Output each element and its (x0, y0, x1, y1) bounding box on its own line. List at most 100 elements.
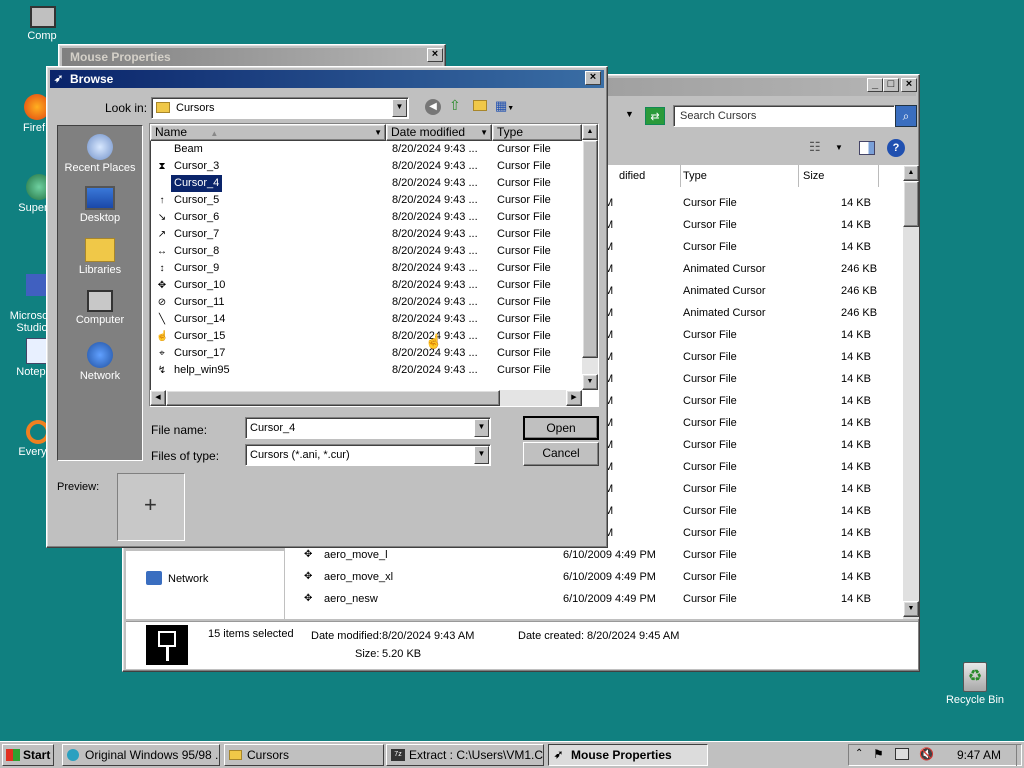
file-type: Cursor File (497, 313, 551, 325)
show-hidden-icons-icon[interactable]: ⌃ (855, 748, 863, 759)
sort-ascending-icon: ▲ (210, 129, 219, 138)
up-folder-icon[interactable]: ⇧ (449, 97, 461, 114)
minimize-button[interactable]: _ (867, 78, 883, 92)
network-tray-icon[interactable] (895, 748, 909, 760)
cursor-file-icon: ⊘ (157, 297, 167, 308)
scroll-thumb[interactable] (903, 181, 919, 227)
cancel-button[interactable]: Cancel (523, 442, 599, 466)
close-button[interactable]: × (427, 48, 443, 62)
row-type: Cursor File (683, 241, 737, 253)
filter-dropdown-icon[interactable]: ▼ (480, 125, 488, 140)
file-row[interactable]: ↑ Cursor_5 8/20/2024 9:43 ... Cursor File (150, 192, 582, 209)
close-button[interactable]: × (901, 78, 917, 92)
place-network[interactable]: Network (58, 342, 142, 382)
places-bar: Recent Places Desktop Libraries Computer… (57, 125, 143, 461)
column-header-type[interactable]: Type (492, 124, 582, 141)
dialog-title: Browse (70, 72, 114, 86)
views-dropdown-icon[interactable]: ▼ (835, 143, 843, 152)
file-date: 8/20/2024 9:43 ... (392, 194, 478, 206)
file-row[interactable]: Beam 8/20/2024 9:43 ... Cursor File (150, 141, 582, 158)
column-header-modified[interactable]: dified (607, 165, 681, 187)
place-computer[interactable]: Computer (58, 290, 142, 326)
flag-icon[interactable]: ⚑ (873, 747, 884, 761)
close-button[interactable]: × (585, 71, 601, 85)
filter-dropdown-icon[interactable]: ▼ (374, 125, 382, 140)
scroll-thumb[interactable] (582, 140, 598, 358)
back-icon[interactable]: ◀ (425, 99, 441, 115)
row-size: 14 KB (841, 197, 871, 209)
views-icon[interactable]: ☷ (809, 139, 821, 155)
preview-pane-icon[interactable] (859, 141, 875, 155)
column-header-name[interactable]: Name ▲ ▼ (150, 124, 386, 141)
file-row[interactable]: ╲ Cursor_14 8/20/2024 9:43 ... Cursor File (150, 311, 582, 328)
desktop-icon-label: Comp (27, 30, 57, 42)
desktop-icon-recycle-bin[interactable]: ♻ Recycle Bin (935, 662, 1015, 706)
file-row[interactable]: Cursor_4 8/20/2024 9:43 ... Cursor File (150, 175, 582, 192)
column-header-size[interactable]: Size (799, 165, 879, 187)
file-row[interactable]: ✥ Cursor_10 8/20/2024 9:43 ... Cursor File (150, 277, 582, 294)
column-header-date[interactable]: Date modified ▼ (386, 124, 492, 141)
row-type: Cursor File (683, 483, 737, 495)
file-row[interactable]: ↔ Cursor_8 8/20/2024 9:43 ... Cursor File (150, 243, 582, 260)
search-button[interactable]: ⌕ (895, 105, 917, 127)
scroll-down-button[interactable]: ▼ (903, 601, 919, 617)
file-row[interactable]: ☝ Cursor_15 8/20/2024 9:43 ... Cursor File (150, 328, 582, 345)
file-row[interactable]: ↗ Cursor_7 8/20/2024 9:43 ... Cursor File (150, 226, 582, 243)
scroll-left-button[interactable]: ◀ (150, 390, 166, 406)
start-button[interactable]: Start (2, 744, 54, 766)
taskbar-item-mouse-properties[interactable]: ➶ Mouse Properties (548, 744, 708, 766)
refresh-icon[interactable]: ⇄ (645, 107, 665, 125)
search-input[interactable]: Search Cursors (673, 105, 895, 127)
scroll-right-button[interactable]: ▶ (566, 390, 582, 406)
open-button[interactable]: Open (523, 416, 599, 440)
view-menu-icon[interactable]: ▦▼ (495, 98, 514, 114)
taskbar-item-extract[interactable]: 7z Extract : C:\Users\VM1.C... (386, 744, 544, 766)
new-folder-icon[interactable] (473, 100, 487, 111)
clock[interactable]: 9:47 AM (957, 748, 1001, 762)
scroll-up-button[interactable]: ▲ (903, 165, 919, 181)
file-row[interactable]: ↯ help_win95 8/20/2024 9:43 ... Cursor File (150, 362, 582, 379)
row-type: Cursor File (683, 549, 737, 561)
file-name: Cursor_4 (171, 175, 223, 192)
chevron-down-icon[interactable]: ▼ (474, 446, 489, 464)
scroll-down-button[interactable]: ▼ (582, 374, 598, 390)
file-row[interactable]: ⊘ Cursor_11 8/20/2024 9:43 ... Cursor File (150, 294, 582, 311)
file-name: help_win95 (174, 364, 230, 376)
show-desktop-button[interactable] (1016, 744, 1024, 766)
file-row[interactable]: ↘ Cursor_6 8/20/2024 9:43 ... Cursor File (150, 209, 582, 226)
browse-vscrollbar[interactable]: ▲ ▼ (582, 124, 598, 390)
desktop-icon-computer[interactable]: Comp (2, 6, 82, 42)
column-header-type[interactable]: Type (681, 165, 799, 187)
scroll-up-button[interactable]: ▲ (582, 124, 598, 140)
row-size: 14 KB (841, 241, 871, 253)
archive-icon: 7z (391, 749, 405, 761)
row-size: 14 KB (841, 329, 871, 341)
volume-muted-icon[interactable]: 🔇 (919, 747, 934, 761)
place-desktop[interactable]: Desktop (58, 186, 142, 224)
taskbar-item-cursors[interactable]: Cursors (224, 744, 384, 766)
taskbar-item-windows-9598[interactable]: Original Windows 95/98 ... (62, 744, 220, 766)
table-row[interactable]: ✥ aero_nesw 6/10/2009 4:49 PM Cursor File 14… (300, 588, 890, 610)
maximize-button[interactable]: □ (883, 78, 899, 92)
file-name: Cursor_5 (174, 194, 220, 206)
explorer-scrollbar[interactable]: ▲ ▼ (903, 165, 919, 619)
place-recent[interactable]: Recent Places (58, 134, 142, 174)
file-type-combo[interactable]: Cursors (*.ani, *.cur) ▼ (245, 444, 491, 466)
file-row[interactable]: ↕ Cursor_9 8/20/2024 9:43 ... Cursor File (150, 260, 582, 277)
file-row[interactable]: ⧗ Cursor_3 8/20/2024 9:43 ... Cursor File (150, 158, 582, 175)
place-libraries[interactable]: Libraries (58, 238, 142, 276)
dropdown-arrow-icon[interactable]: ▼ (625, 109, 634, 119)
nav-item-network[interactable]: Network (168, 573, 208, 585)
file-row[interactable]: ⌖ Cursor_17 8/20/2024 9:43 ... Cursor File (150, 345, 582, 362)
table-row[interactable]: ✥ aero_move_xl 6/10/2009 4:49 PM Cursor Fil… (300, 566, 890, 588)
chevron-down-icon[interactable]: ▼ (474, 419, 489, 437)
search-placeholder: Search Cursors (680, 110, 757, 122)
row-size: 14 KB (841, 461, 871, 473)
help-icon[interactable]: ? (887, 139, 905, 157)
scroll-thumb[interactable] (166, 390, 500, 406)
browse-hscrollbar[interactable]: ◀ ▶ (150, 390, 582, 406)
row-size: 14 KB (841, 395, 871, 407)
file-name-combo[interactable]: Cursor_4 ▼ (245, 417, 491, 439)
chevron-down-icon[interactable]: ▼ (392, 99, 407, 117)
look-in-combo[interactable]: Cursors ▼ (151, 97, 409, 119)
